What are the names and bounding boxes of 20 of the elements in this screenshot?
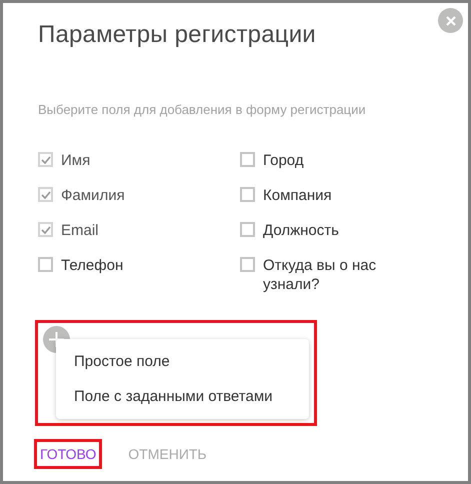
check-icon xyxy=(40,190,50,198)
checkbox[interactable] xyxy=(240,152,255,167)
checkbox[interactable] xyxy=(38,257,53,272)
menu-item[interactable]: Простое поле xyxy=(74,353,309,370)
checkbox[interactable] xyxy=(240,222,255,237)
close-button[interactable] xyxy=(438,8,463,33)
field-checkbox[interactable]: Телефон xyxy=(38,256,240,294)
checkbox[interactable] xyxy=(240,187,255,202)
field-checkbox[interactable]: Должность xyxy=(240,221,440,240)
checkbox[interactable] xyxy=(240,257,255,272)
check-icon xyxy=(40,156,50,164)
field-checkbox[interactable]: Компания xyxy=(240,186,440,205)
check-icon xyxy=(40,226,50,234)
field-checkbox[interactable]: Город xyxy=(240,151,440,170)
done-button[interactable]: ГОТОВО xyxy=(34,439,102,469)
dialog-subtitle: Выберите поля для добавления в форму регистрации xyxy=(38,102,367,117)
field-checkbox[interactable]: Откуда вы о нас узнали? xyxy=(240,256,440,294)
dialog-title: Параметры регистрации xyxy=(38,21,317,49)
menu-item[interactable]: Поле с заданными ответами xyxy=(74,388,309,405)
close-icon xyxy=(446,16,456,26)
